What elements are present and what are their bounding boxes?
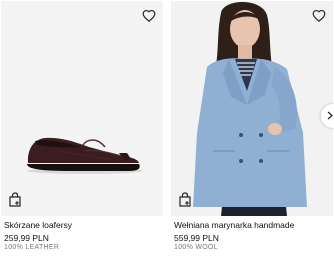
product-material: 100% WOOL <box>174 244 218 251</box>
product-price: 559,99 PLN <box>174 233 219 243</box>
heart-icon[interactable] <box>142 9 156 23</box>
product-image[interactable] <box>171 1 333 216</box>
loafer-photo <box>1 1 163 216</box>
chevron-right-icon <box>327 107 333 125</box>
shopping-bag-icon[interactable] <box>178 192 192 207</box>
shopping-bag-icon[interactable] <box>8 192 22 207</box>
blazer-model-photo <box>171 1 333 216</box>
product-material: 100% LEATHER <box>4 244 60 251</box>
product-image[interactable] <box>1 1 163 216</box>
product-card[interactable]: Wełniana marynarka handmade 559,99 PLN 1… <box>171 0 334 270</box>
product-price: 259,99 PLN <box>4 233 49 243</box>
product-name[interactable]: Wełniana marynarka handmade <box>174 220 294 230</box>
heart-icon[interactable] <box>312 9 326 23</box>
product-card[interactable]: Skórzane loafersy 259,99 PLN 100% LEATHE… <box>1 0 163 270</box>
product-name[interactable]: Skórzane loafersy <box>4 220 72 230</box>
